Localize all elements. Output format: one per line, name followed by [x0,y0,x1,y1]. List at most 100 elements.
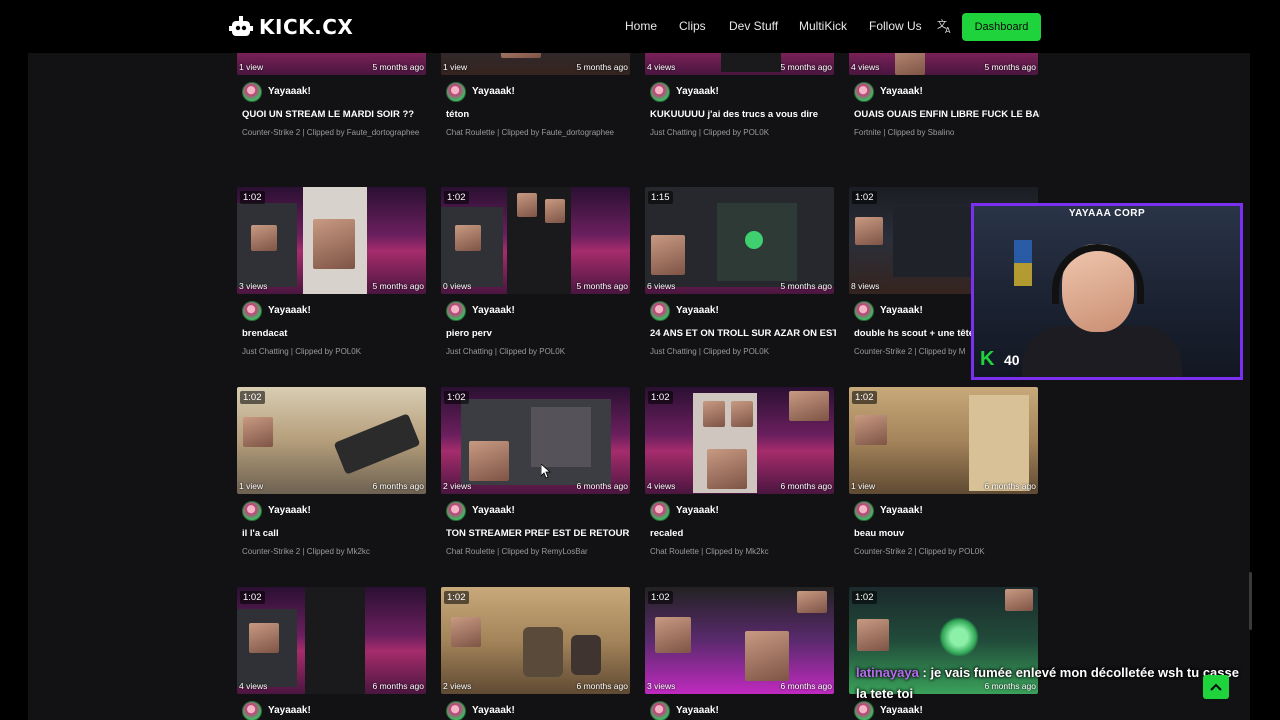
channel-name[interactable]: Yayaaak! [268,505,311,516]
channel-avatar[interactable] [650,301,670,321]
clip-title[interactable]: téton [446,109,632,120]
clip-category-clipper: Just Chatting | Clipped by POL0K [242,347,362,356]
channel-name[interactable]: Yayaaak! [268,305,311,316]
clip-thumbnail[interactable]: 1:02 4 views 6 months ago [237,587,426,694]
chat-username: latinayaya [856,665,919,680]
logo[interactable]: KICK.CX [229,14,353,40]
clip-duration: 1:02 [852,591,877,604]
webcam-title: YAYAAA CORP [1068,208,1146,219]
view-count: 4 views [239,681,268,691]
clip-title[interactable]: TON STREAMER PREF EST DE RETOUR [446,528,632,539]
clip-duration: 1:02 [648,591,673,604]
clip-thumbnail[interactable]: 1:02 1 view 6 months ago [849,387,1038,494]
clip-thumbnail[interactable]: 1:02 2 views 6 months ago [441,587,630,694]
clip-age: 5 months ago [780,281,832,291]
clip-thumbnail[interactable]: 1:02 2 views 6 months ago [441,387,630,494]
view-count: 4 views [647,481,676,491]
chevron-up-icon [1210,683,1222,691]
clip-thumbnail[interactable]: 1:02 3 views 6 months ago [645,587,834,694]
clip-duration: 1:02 [240,191,265,204]
channel-avatar[interactable] [650,82,670,102]
nav-follow-us-link[interactable]: Follow Us [869,19,922,33]
channel-name[interactable]: Yayaaak! [676,86,719,97]
clip-thumbnail[interactable]: 1:02 1 view 6 months ago [237,387,426,494]
viewer-count: 40 [1004,352,1020,368]
channel-avatar[interactable] [650,501,670,521]
channel-avatar[interactable] [242,701,262,720]
clip-title[interactable]: 24 ANS ET ON TROLL SUR AZAR ON EST [650,328,836,339]
channel-name[interactable]: Yayaaak! [880,705,923,716]
channel-name[interactable]: Yayaaak! [880,505,923,516]
channel-avatar[interactable] [242,301,262,321]
clip-duration: 1:02 [444,191,469,204]
clip-duration: 1:02 [240,391,265,404]
translate-icon[interactable]: 文 A [937,18,953,34]
nav-multikick-link[interactable]: MultiKick [799,19,847,33]
clip-category-clipper: Counter-Strike 2 | Clipped by POL0K [854,547,985,556]
clip-thumbnail[interactable]: 1:02 3 views 5 months ago [237,187,426,294]
view-count: 4 views [851,62,880,72]
view-count: 6 views [647,281,676,291]
scrollbar-thumb[interactable] [1249,572,1252,630]
webcam-overlay: YAYAAA CORP K 40 [971,203,1243,380]
clip-age: 6 months ago [576,681,628,691]
dashboard-button[interactable]: Dashboard [962,13,1041,41]
channel-avatar[interactable] [446,82,466,102]
clip-age: 5 months ago [372,62,424,72]
channel-name[interactable]: Yayaaak! [472,705,515,716]
scroll-to-top-button[interactable] [1203,675,1229,699]
mouse-cursor-icon [541,464,551,479]
robot-logo-icon [229,16,253,36]
channel-name[interactable]: Yayaaak! [268,705,311,716]
clip-title[interactable]: il l'a call [242,528,428,539]
clip-title[interactable]: QUOI UN STREAM LE MARDI SOIR ?? [242,109,428,120]
channel-avatar[interactable] [854,82,874,102]
channel-name[interactable]: Yayaaak! [472,86,515,97]
clip-title[interactable]: OUAIS OUAIS ENFIN LIBRE FUCK LE BAN [854,109,1040,120]
channel-name[interactable]: Yayaaak! [472,505,515,516]
clip-title[interactable]: recaled [650,528,836,539]
clip-age: 6 months ago [780,681,832,691]
clip-category-clipper: Fortnite | Clipped by Sbalino [854,128,955,137]
clip-thumbnail[interactable]: 1:02 4 views 6 months ago [645,387,834,494]
channel-avatar[interactable] [446,701,466,720]
clip-title[interactable]: brendacat [242,328,428,339]
channel-avatar[interactable] [650,701,670,720]
channel-name[interactable]: Yayaaak! [880,305,923,316]
view-count: 8 views [851,281,880,291]
channel-name[interactable]: Yayaaak! [676,505,719,516]
channel-avatar[interactable] [854,501,874,521]
channel-avatar[interactable] [854,301,874,321]
clip-title[interactable]: beau mouv [854,528,1040,539]
channel-name[interactable]: Yayaaak! [676,305,719,316]
clip-title[interactable]: KUKUUUUU j'ai des trucs a vous dire [650,109,836,120]
clip-duration: 1:02 [240,591,265,604]
view-count: 1 view [239,481,264,491]
channel-avatar[interactable] [242,501,262,521]
view-count: 0 views [443,281,472,291]
clip-duration: 1:15 [648,191,673,204]
clip-age: 6 months ago [372,681,424,691]
channel-name[interactable]: Yayaaak! [676,705,719,716]
clip-age: 6 months ago [576,481,628,491]
clip-category-clipper: Just Chatting | Clipped by POL0K [650,128,770,137]
channel-avatar[interactable] [242,82,262,102]
channel-name[interactable]: Yayaaak! [880,86,923,97]
clip-thumbnail[interactable]: 1:02 0 views 5 months ago [441,187,630,294]
clip-category-clipper: Just Chatting | Clipped by POL0K [446,347,566,356]
view-count: 3 views [239,281,268,291]
clip-age: 6 months ago [372,481,424,491]
clip-category-clipper: Just Chatting | Clipped by POL0K [650,347,770,356]
clip-thumbnail[interactable]: 1:15 6 views 5 months ago [645,187,834,294]
kick-k-icon: K [980,348,995,370]
channel-avatar[interactable] [446,301,466,321]
channel-avatar[interactable] [446,501,466,521]
clip-title[interactable]: piero perv [446,328,632,339]
channel-name[interactable]: Yayaaak! [472,305,515,316]
view-count: 1 view [443,62,468,72]
nav-clips-link[interactable]: Clips [679,19,706,33]
chat-message: latinayaya : je vais fumée enlevé mon dé… [856,662,1246,704]
nav-home-link[interactable]: Home [625,19,657,33]
channel-name[interactable]: Yayaaak! [268,86,311,97]
nav-dev-stuff-link[interactable]: Dev Stuff [729,19,778,33]
